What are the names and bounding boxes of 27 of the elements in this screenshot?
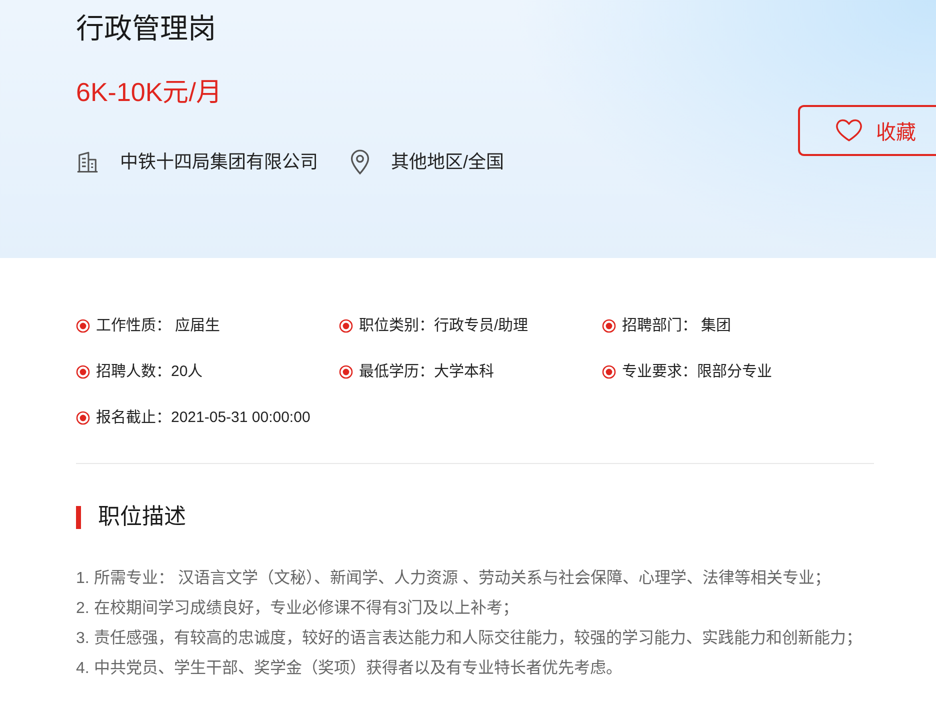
job-attribute: 工作性质： 应届生 xyxy=(96,316,220,336)
location-icon xyxy=(350,149,370,175)
bullet-icon xyxy=(76,319,90,333)
job-title: 行政管理岗 xyxy=(76,12,216,46)
job-attribute: 专业要求：限部分专业 xyxy=(622,362,772,382)
job-attribute: 招聘人数：20人 xyxy=(96,362,203,382)
section-heading: 职位描述 xyxy=(98,504,186,530)
bullet-icon xyxy=(76,411,90,425)
description-line: 1. 所需专业： 汉语言文学（文秘）、新闻学、人力资源 、劳动关系与社会保障、心理学、法律等相关专业； xyxy=(76,568,831,589)
bullet-icon xyxy=(602,319,616,333)
bullet-icon xyxy=(339,319,353,333)
bullet-icon xyxy=(602,365,616,379)
accent-bar-icon xyxy=(76,506,81,528)
job-attribute: 招聘部门： 集团 xyxy=(622,316,732,336)
bullet-icon xyxy=(76,365,90,379)
job-attribute: 最低学历：大学本科 xyxy=(359,362,494,382)
description-line: 4. 中共党员、学生干部、奖学金（奖项）获得者以及有专业特长者优先考虑。 xyxy=(76,658,622,679)
job-attribute: 职位类别：行政专员/助理 xyxy=(359,316,528,336)
company-name: 中铁十四局集团有限公司 xyxy=(120,151,318,174)
building-icon xyxy=(76,150,99,174)
favorite-button[interactable]: 收藏 xyxy=(798,105,936,156)
description-line: 3. 责任感强，有较高的忠诚度，较好的语言表达能力和人际交往能力，较强的学习能力、实践能力和创新能力； xyxy=(76,628,862,649)
salary-text: 6K-10K元/月 xyxy=(76,76,222,109)
description-line: 2. 在校期间学习成绩良好，专业必修课不得有3门及以上补考； xyxy=(76,598,519,619)
bullet-icon xyxy=(339,365,353,379)
location-text: 其他地区/全国 xyxy=(391,151,504,174)
job-attribute: 报名截止：2021-05-31 00:00:00 xyxy=(96,408,310,428)
